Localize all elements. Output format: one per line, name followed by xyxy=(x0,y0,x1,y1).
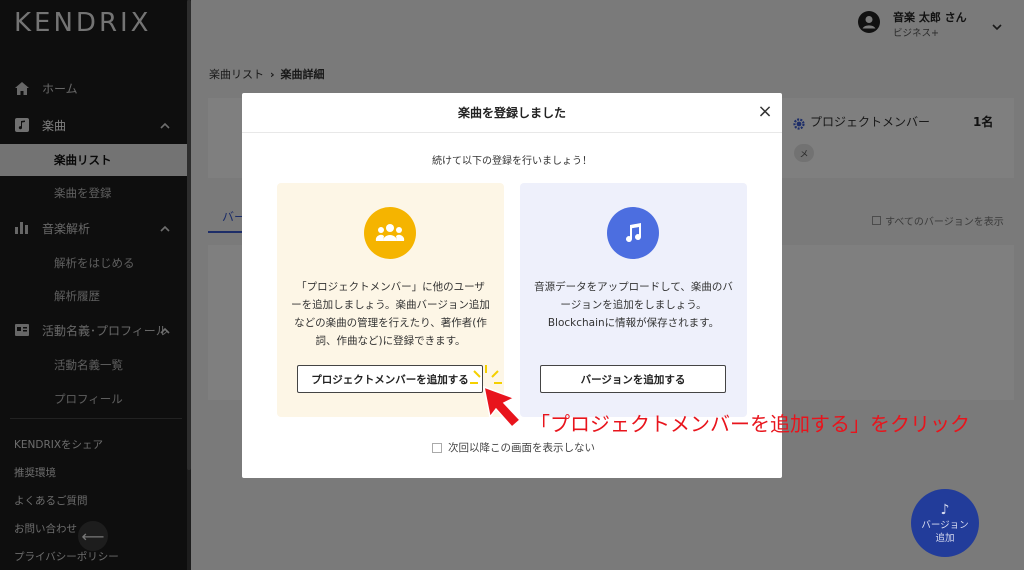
click-arrow-annotation xyxy=(470,365,522,429)
music-note-icon: ♪ xyxy=(940,502,950,519)
add-member-description: 「プロジェクトメンバー」に他のユーザーを追加しましょう。楽曲バージョン追加などの… xyxy=(291,281,490,347)
dont-show-again[interactable]: 次回以降この画面を表示しない xyxy=(432,440,595,455)
close-icon[interactable]: × xyxy=(757,103,773,121)
fab-label-line2: 追加 xyxy=(935,532,955,544)
dialog-title: 楽曲を登録しました xyxy=(242,93,782,133)
fab-label-line1: バージョン xyxy=(921,520,969,532)
add-project-member-button[interactable]: プロジェクトメンバーを追加する xyxy=(297,365,483,393)
add-version-description: 音源データをアップロードして、楽曲のバージョンを追加をしましょう。Blockch… xyxy=(534,281,733,329)
add-version-fab[interactable]: ♪ バージョン 追加 xyxy=(911,489,979,557)
music-note-icon xyxy=(607,207,659,259)
dont-show-again-checkbox[interactable] xyxy=(432,442,442,453)
dialog-subtitle: 続けて以下の登録を行いましょう！ xyxy=(432,156,592,167)
group-icon xyxy=(364,207,416,259)
add-version-button[interactable]: バージョンを追加する xyxy=(540,365,726,393)
add-version-card: 音源データをアップロードして、楽曲のバージョンを追加をしましょう。Blockch… xyxy=(520,183,747,417)
dont-show-again-label: 次回以降この画面を表示しない xyxy=(448,442,595,454)
annotation-text: 「プロジェクトメンバーを追加する」をクリック xyxy=(530,412,970,436)
